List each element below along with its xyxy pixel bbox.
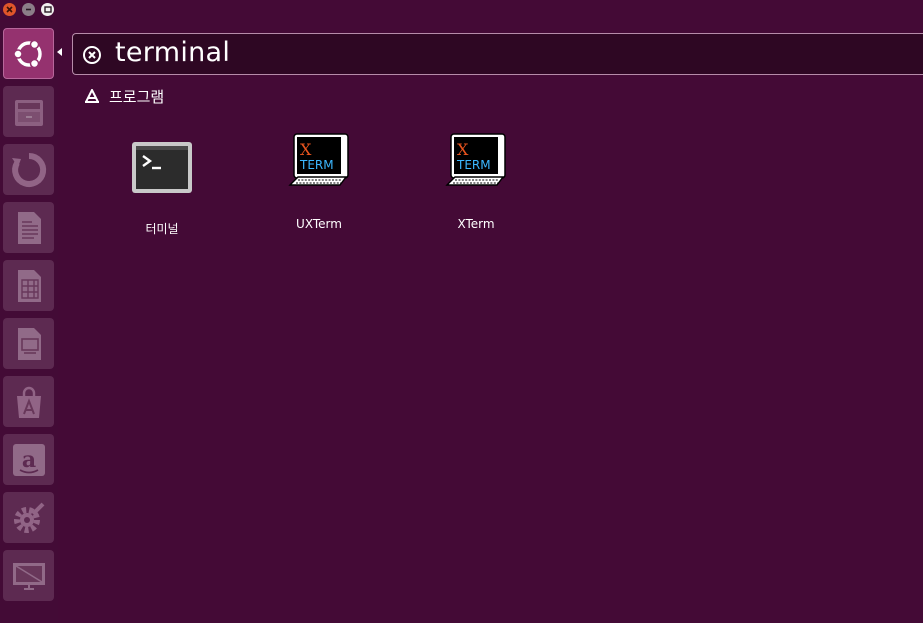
terminal-icon [132,142,192,193]
launcher-item-backup[interactable] [3,144,54,195]
svg-text:X: X [457,140,469,159]
result-terminal[interactable]: 터미널 [92,130,232,240]
amazon-icon: a [12,443,45,476]
close-window-button[interactable] [3,3,16,16]
result-uxterm[interactable]: X TERM UXTerm [249,130,389,240]
category-label: 프로그램 [109,87,165,106]
spreadsheet-icon [17,269,41,302]
result-xterm[interactable]: X TERM XTerm [406,130,546,240]
backup-icon [11,152,46,187]
shopping-bag-icon [16,386,41,418]
launcher-item-files[interactable] [3,86,54,137]
close-icon [6,6,13,13]
launcher-item-amazon[interactable]: a [3,434,54,485]
launcher-item-writer[interactable] [3,202,54,253]
svg-text:TERM: TERM [299,158,334,172]
dash-search-bar[interactable]: terminal [72,33,923,75]
search-input[interactable]: terminal [115,33,230,73]
presentation-icon [17,327,41,360]
file-cabinet-icon [14,99,43,126]
launcher-active-indicator [57,48,62,56]
launcher-item-settings[interactable] [3,492,54,543]
minimize-icon [26,8,31,11]
launcher-item-workspace-switcher[interactable] [3,550,54,601]
launcher-item-impress[interactable] [3,318,54,369]
svg-text:TERM: TERM [456,158,491,172]
svg-text:a: a [21,447,35,473]
maximize-icon [43,6,52,13]
maximize-window-button[interactable] [41,3,54,16]
result-label: XTerm [457,217,495,231]
launcher-item-calc[interactable] [3,260,54,311]
applications-icon [85,89,99,103]
svg-text:X: X [300,140,312,159]
result-label: UXTerm [296,217,342,231]
xterm-icon: X TERM [445,133,506,186]
launcher-item-dash-home[interactable] [3,28,54,79]
result-label: 터미널 [145,222,179,236]
gear-wrench-icon [13,502,44,533]
xterm-icon: X TERM [288,133,349,186]
document-icon [17,211,41,244]
ubuntu-logo-icon [12,39,42,68]
launcher: a [0,22,58,623]
workspace-icon [12,562,45,590]
category-header-applications[interactable]: 프로그램 [84,86,164,106]
minimize-window-button[interactable] [22,3,35,16]
launcher-item-software-center[interactable] [3,376,54,427]
clear-icon[interactable] [82,45,102,65]
